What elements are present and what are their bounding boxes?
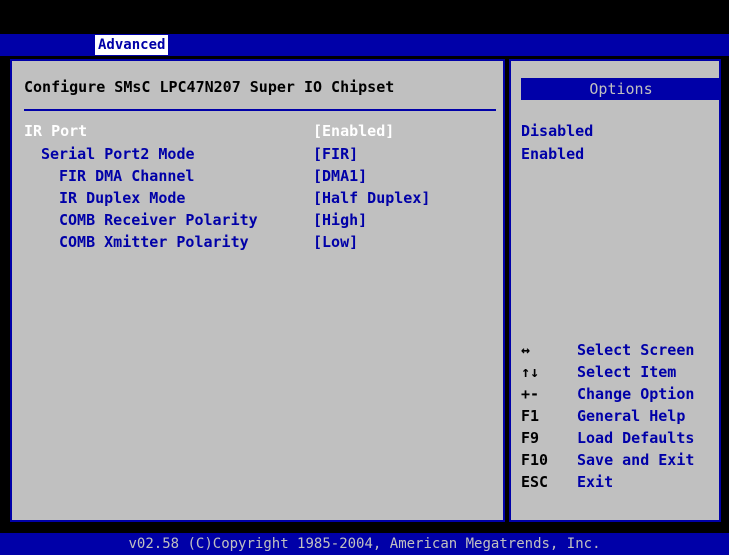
settings-panel: Configure SMsC LPC47N207 Super IO Chipse… [10,59,505,522]
help-save-and-exit: Save and Exit [577,451,695,469]
setting-comb-xmitter-polarity[interactable]: COMB Xmitter Polarity [59,233,249,251]
panel-title: Configure SMsC LPC47N207 Super IO Chipse… [24,78,395,96]
help-load-defaults: Load Defaults [577,429,695,447]
setting-ir-duplex-mode-value[interactable]: [Half Duplex] [313,189,430,207]
help-select-screen: Select Screen [577,341,695,359]
setting-fir-dma-channel-value[interactable]: [DMA1] [313,167,367,185]
help-panel: Options Disabled Enabled ↔ Select Screen… [509,59,721,522]
key-f1: F1 [521,407,540,425]
option-disabled[interactable]: Disabled [521,122,593,140]
setting-comb-receiver-polarity[interactable]: COMB Receiver Polarity [59,211,258,229]
setting-fir-dma-channel[interactable]: FIR DMA Channel [59,167,194,185]
footer-copyright: v02.58 (C)Copyright 1985-2004, American … [0,533,729,555]
setting-ir-duplex-mode[interactable]: IR Duplex Mode [59,189,185,207]
setting-comb-xmitter-polarity-value[interactable]: [Low] [313,233,358,251]
tab-advanced[interactable]: Advanced [95,35,169,55]
help-change-option: Change Option [577,385,695,403]
options-header: Options [521,78,721,100]
tab-bar: Advanced [0,34,729,56]
arrow-left-right-icon: ↔ [521,341,531,359]
setting-ir-port-value[interactable]: [Enabled] [313,122,394,140]
setting-comb-receiver-polarity-value[interactable]: [High] [313,211,367,229]
setting-ir-port[interactable]: IR Port [24,122,87,140]
help-select-item: Select Item [577,363,677,381]
option-enabled[interactable]: Enabled [521,145,584,163]
setting-serial-port2-mode[interactable]: Serial Port2 Mode [41,145,195,163]
help-exit: Exit [577,473,614,491]
key-f10: F10 [521,451,549,469]
top-bar [0,0,729,34]
help-general-help: General Help [577,407,686,425]
arrow-up-down-icon: ↑↓ [521,363,540,381]
plus-minus-icon: +- [521,385,540,403]
title-divider [24,109,496,111]
setting-serial-port2-mode-value[interactable]: [FIR] [313,145,358,163]
key-esc: ESC [521,473,549,491]
key-f9: F9 [521,429,540,447]
